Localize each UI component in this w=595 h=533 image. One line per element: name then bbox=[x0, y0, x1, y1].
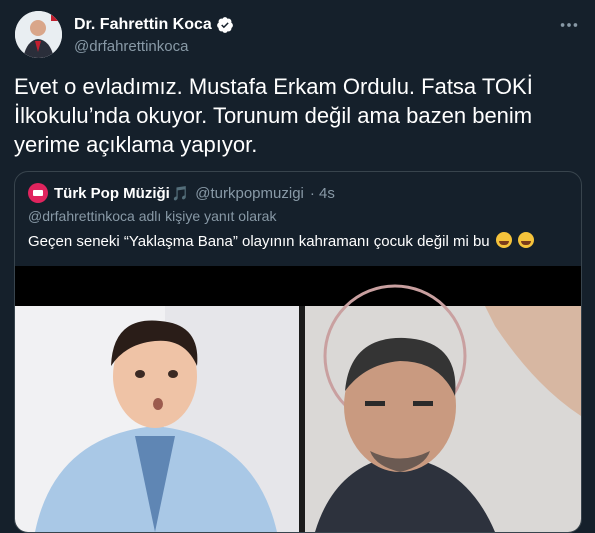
quoted-author-avatar[interactable] bbox=[28, 183, 48, 203]
quoted-time[interactable]: · 4s bbox=[310, 185, 335, 202]
tweet-text: Evet o evladımız. Mustafa Erkam Ordulu. … bbox=[14, 74, 533, 157]
quoted-text: Geçen seneki “Yaklaşma Bana” olayının ka… bbox=[28, 232, 534, 250]
author-name[interactable]: Dr. Fahrettin Koca bbox=[74, 16, 212, 34]
reply-to-text: @drfahrettinkoca adlı kişiye yanıt olara… bbox=[28, 208, 277, 224]
quoted-header: Türk Pop Müziği 🎵 @turkpopmuzigi · 4s bbox=[28, 183, 335, 203]
tweet-header: Dr. Fahrettin Koca @drfahrettinkoca bbox=[13, 11, 582, 59]
smiling-face-icon bbox=[517, 232, 534, 248]
author-name-row: Dr. Fahrettin Koca bbox=[74, 16, 234, 34]
verified-badge-icon bbox=[216, 17, 233, 33]
quoted-text-body: Geçen seneki “Yaklaşma Bana” olayının ka… bbox=[28, 233, 490, 250]
author-avatar[interactable] bbox=[15, 11, 62, 58]
music-note-icon: 🎵 bbox=[171, 184, 190, 201]
author-handle[interactable]: @drfahrettinkoca bbox=[74, 38, 188, 55]
tweet-card: Dr. Fahrettin Koca @drfahrettinkoca Evet… bbox=[0, 0, 595, 533]
quoted-author-name[interactable]: Türk Pop Müziği bbox=[54, 185, 170, 202]
quoted-author-handle: @turkpopmuzigi bbox=[195, 184, 304, 202]
grinning-face-icon bbox=[495, 232, 512, 248]
more-options-icon[interactable] bbox=[558, 14, 580, 36]
quoted-media-image[interactable] bbox=[15, 266, 581, 532]
quoted-tweet[interactable]: Türk Pop Müziği 🎵 @turkpopmuzigi · 4s @d… bbox=[14, 171, 582, 533]
